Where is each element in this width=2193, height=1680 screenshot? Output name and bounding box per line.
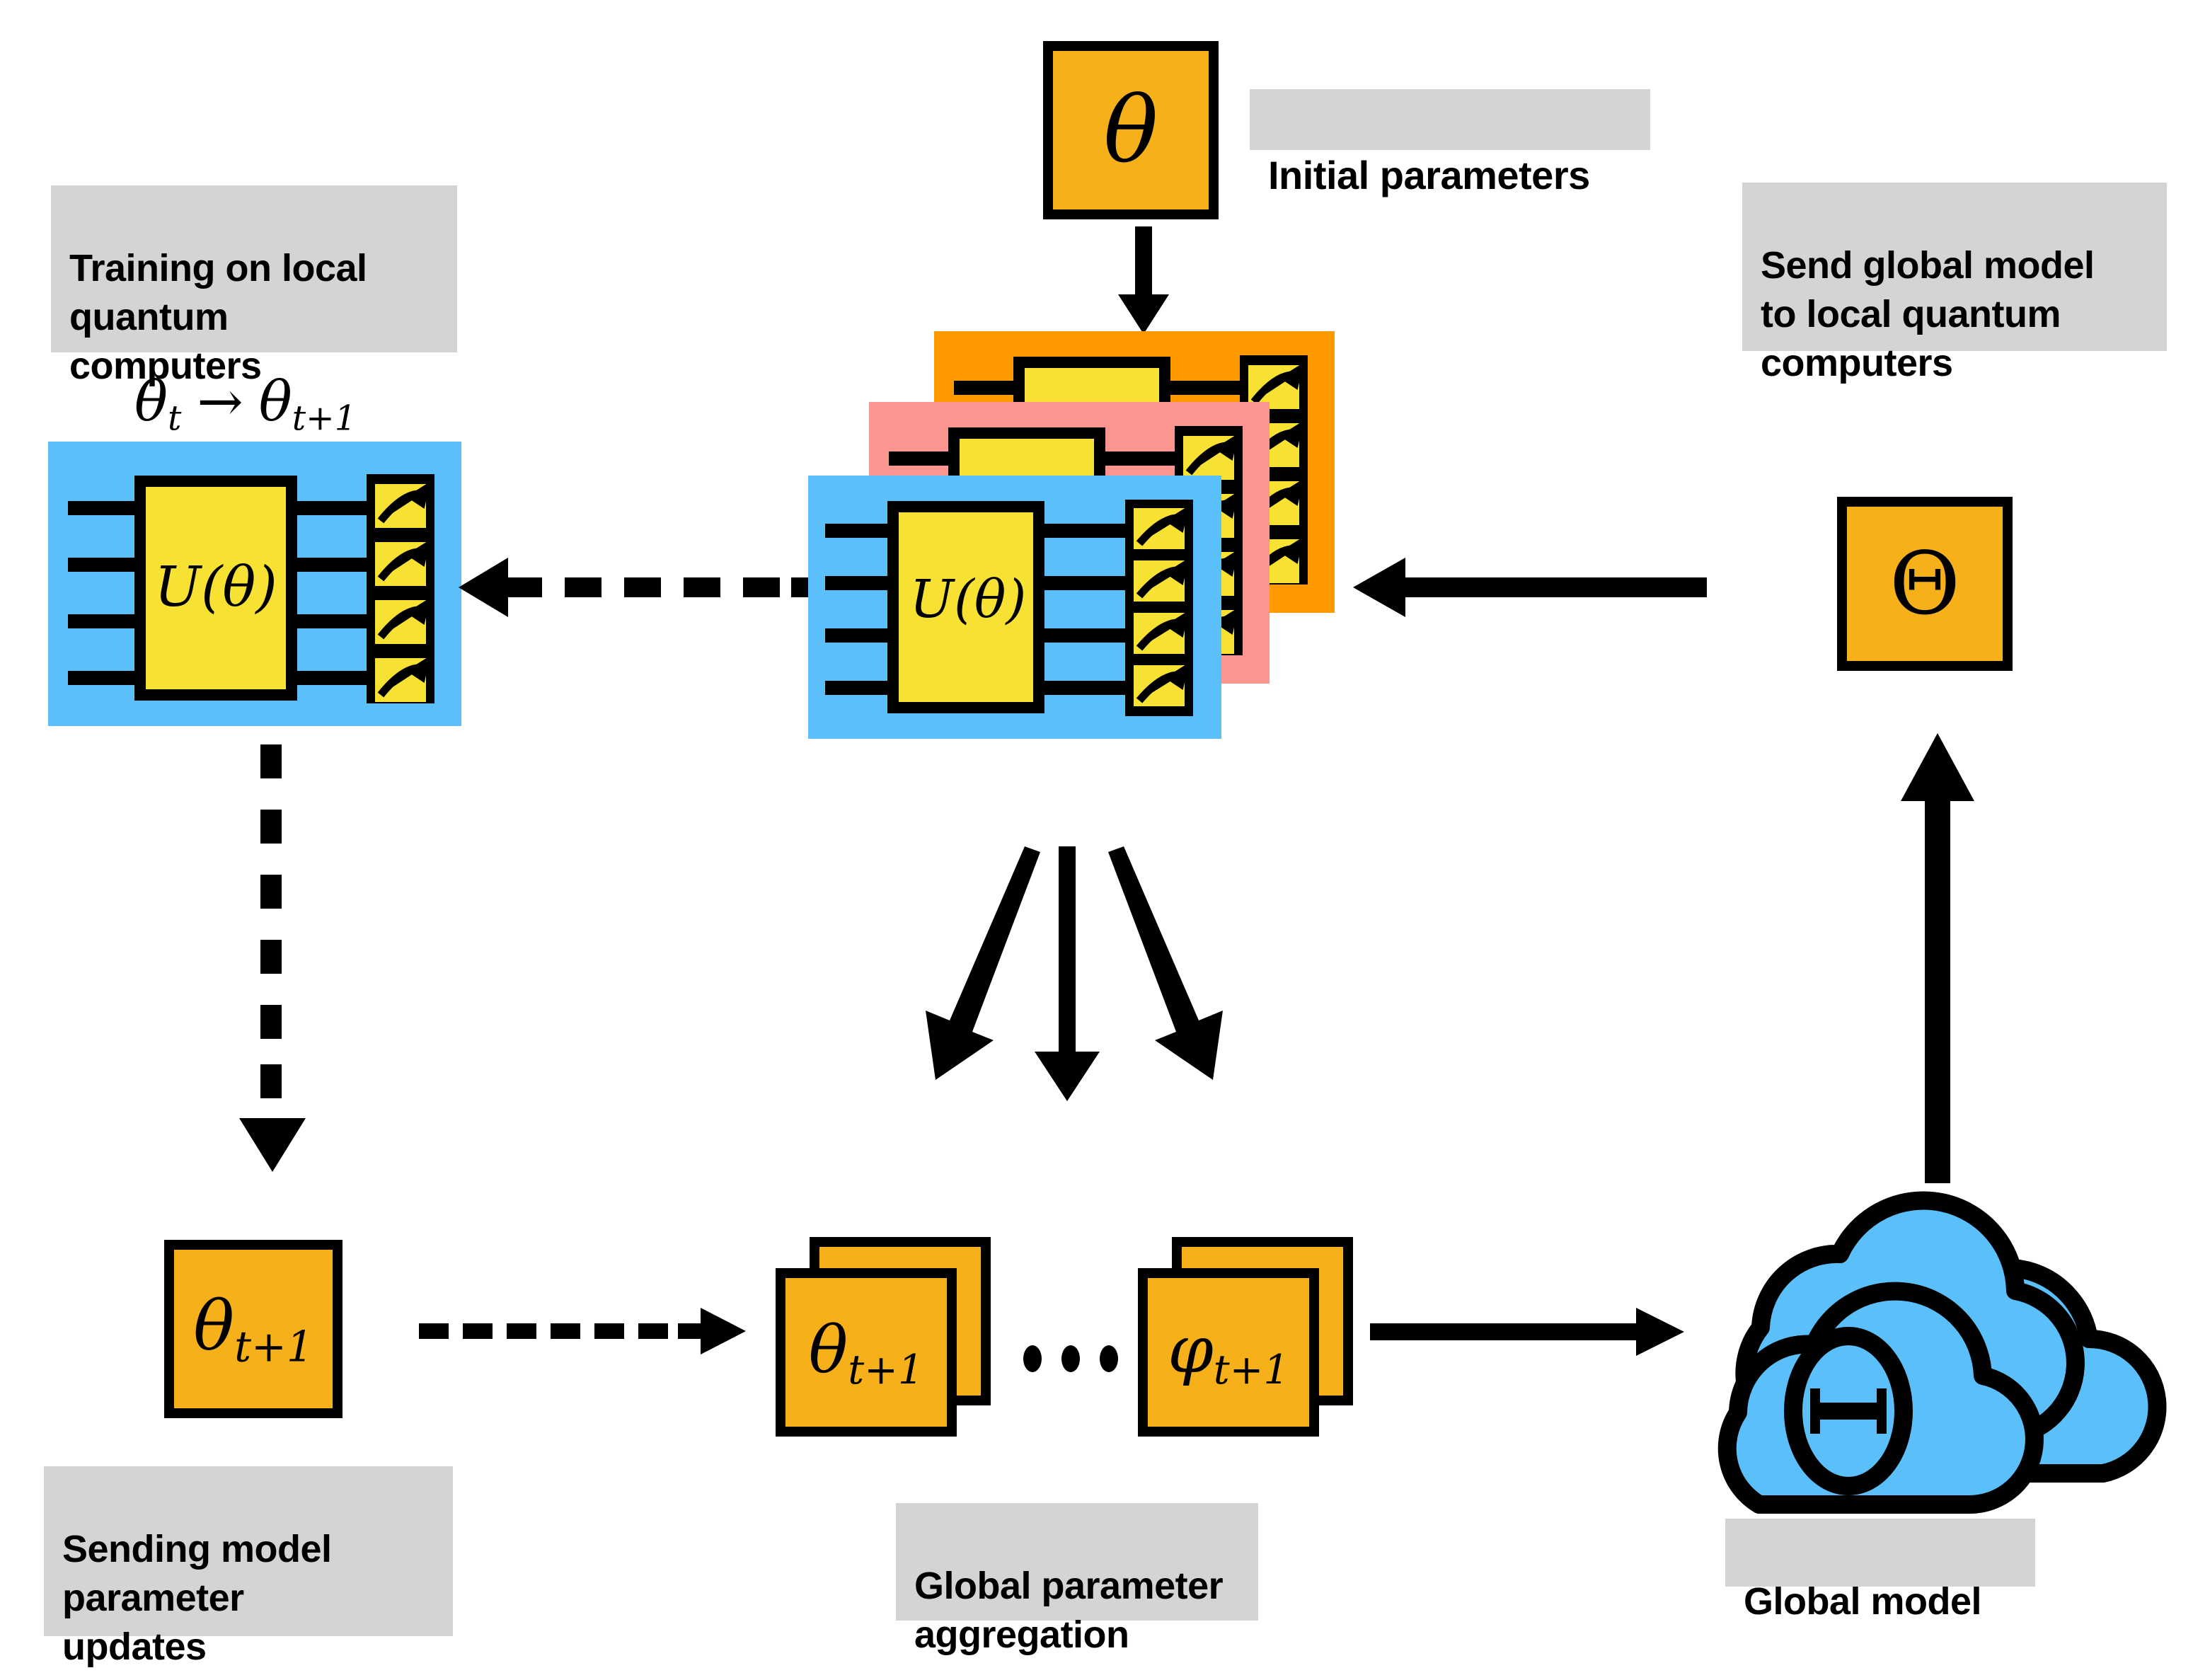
ellipsis-dot-2 [1061, 1345, 1080, 1372]
update-rule-to: θ [258, 369, 292, 434]
caption-initial-parameters: Initial parameters [1250, 89, 1650, 197]
update-rule-from-sub: t [167, 398, 182, 439]
local-gate-label: U(θ) [154, 556, 277, 619]
ellipsis-dot-3 [1100, 1345, 1118, 1372]
aggregated-theta-sub: t+1 [848, 1346, 924, 1393]
update-rule-arrow: → [197, 369, 243, 434]
arrow-initial-to-stack [1118, 226, 1169, 334]
theta-symbol: θ [1103, 77, 1158, 183]
aggregation-ellipsis [1013, 1337, 1135, 1380]
arrow-global-to-stack [1353, 558, 1707, 617]
aggregated-theta-stack: θt+1 [776, 1237, 992, 1441]
update-rule-to-sub: t+1 [292, 398, 357, 439]
aggregated-phi: φ [1168, 1311, 1214, 1388]
local-quantum-circuit-card: U(θ) [48, 442, 461, 726]
caption-global-model: Global model [1725, 1519, 2035, 1623]
caption-send-global-model-text: Send global model to local quantum compu… [1761, 244, 2095, 385]
aggregated-phi-sub: t+1 [1213, 1346, 1289, 1393]
local-update-theta-sub: t+1 [234, 1323, 313, 1372]
caption-sending-updates-text: Sending model parameter updates [62, 1528, 332, 1669]
global-model-cloud [1693, 1186, 2167, 1514]
local-update-tile: θt+1 [164, 1240, 343, 1418]
aggregated-theta: θ [808, 1311, 848, 1388]
stack-card-blue: U(θ) [808, 476, 1221, 739]
arrow-aggregation-to-cloud [1370, 1308, 1684, 1356]
local-update-rule: θt → θt+1 [134, 365, 432, 443]
arrow-stack-to-local [459, 558, 812, 617]
caption-initial-parameters-text: Initial parameters [1268, 152, 1590, 197]
aggregated-theta-stack-front: θt+1 [776, 1268, 957, 1437]
local-update-theta: θ [193, 1286, 235, 1366]
ellipsis-dot-1 [1023, 1345, 1042, 1372]
global-theta-tile: Θ [1837, 497, 2013, 671]
caption-global-aggregation: Global parameter aggregation [896, 1503, 1258, 1656]
caption-global-aggregation-text: Global parameter aggregation [914, 1565, 1224, 1657]
aggregated-phi-stack-front: φt+1 [1138, 1268, 1319, 1437]
arrow-update-to-aggregation [419, 1308, 746, 1354]
caption-global-model-text: Global model [1744, 1580, 1982, 1623]
arrow-cloud-to-global-theta [1901, 733, 1974, 1183]
caption-send-global-model: Send global model to local quantum compu… [1742, 183, 2167, 384]
diagram-canvas: θ Initial parameters Training on local q… [0, 0, 2193, 1680]
update-rule-from: θ [134, 369, 168, 434]
caption-training-local: Training on local quantum computers [51, 185, 457, 387]
caption-sending-updates: Sending model parameter updates [44, 1466, 453, 1668]
aggregated-phi-stack: φt+1 [1138, 1237, 1354, 1441]
stack-gate-label: U(θ) [910, 569, 1027, 630]
local-circuit-svg: U(θ) [48, 442, 461, 726]
cloud-icon [1717, 1191, 2167, 1514]
initial-parameters-tile: θ [1043, 41, 1219, 219]
arrow-local-to-update [239, 744, 306, 1172]
global-theta-symbol: Θ [1889, 534, 1961, 634]
arrow-stack-fanout [926, 846, 1223, 1101]
